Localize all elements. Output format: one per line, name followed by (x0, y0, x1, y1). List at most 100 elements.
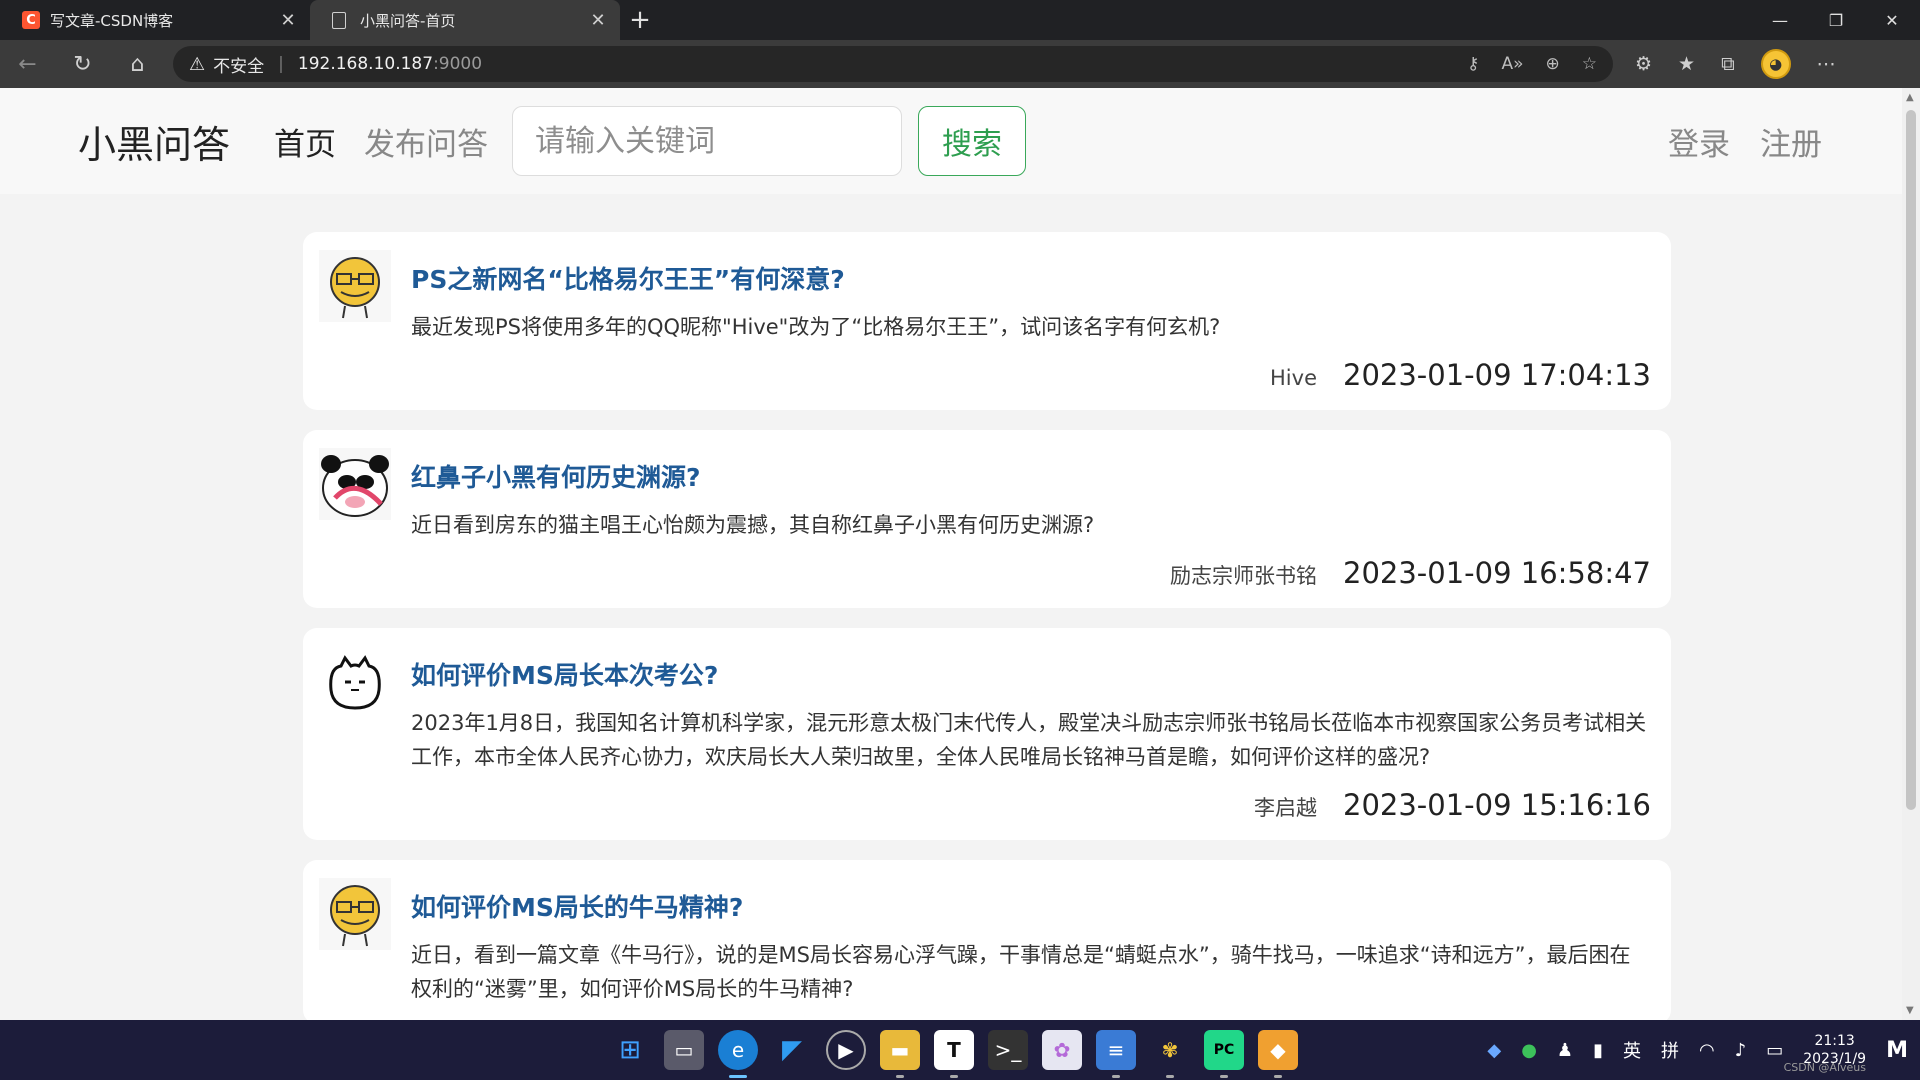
scroll-down-icon[interactable]: ▼ (1906, 1005, 1914, 1016)
battery-icon[interactable]: ▭ (1766, 1040, 1783, 1061)
new-tab-icon[interactable]: + (620, 0, 660, 40)
back-icon[interactable]: ← (0, 40, 55, 88)
user-avatar-icon (319, 250, 391, 322)
browser-tab-strip: C 写文章-CSDN博客 ✕ 小黑问答-首页 ✕ + — ❐ ✕ (0, 0, 1920, 40)
tab-home[interactable]: 小黑问答-首页 ✕ (310, 0, 620, 40)
close-window-icon[interactable]: ✕ (1864, 0, 1920, 40)
address-bar-actions: ⚷ A» ⊕ ☆ (1467, 54, 1597, 74)
page-scrollbar[interactable]: ▲ ▼ (1902, 88, 1920, 1020)
taskbar-apps: ⊞ ▭ e ◤ ▶ ▬ T >_ ✿ ≡ ✾ PC ◆ (610, 1020, 1298, 1080)
question-time: 2023-01-09 16:58:47 (1343, 556, 1651, 590)
question-card: PS之新网名“比格易尔王王”有何深意? 最近发现PS将使用多年的QQ昵称"Hiv… (303, 232, 1671, 410)
more-menu-icon[interactable]: ⋯ (1817, 53, 1836, 75)
pycharm-icon[interactable]: PC (1204, 1030, 1244, 1078)
address-separator: | (278, 54, 284, 74)
lang-pinyin[interactable]: 拼 (1661, 1037, 1679, 1063)
nav-publish[interactable]: 发布问答 (364, 119, 488, 164)
question-author: Hive (1270, 366, 1317, 390)
question-content: 近日看到房东的猫主唱王心怡颇为震撼，其自称红鼻子小黑有何历史渊源? (411, 513, 1095, 537)
favorite-add-icon[interactable]: ☆ (1582, 54, 1597, 74)
clock-time: 21:13 (1814, 1033, 1855, 1049)
question-content: 近日，看到一篇文章《牛马行》，说的是MS局长容易心浮气躁，干事情总是“蜻蜓点水”… (411, 943, 1631, 1001)
browser-right-tools: ⚙ ★ ⧉ ◕ ⋯ (1635, 49, 1836, 79)
task-view-icon[interactable]: ▭ (664, 1030, 704, 1070)
search-button[interactable]: 搜索 (918, 106, 1027, 176)
scroll-thumb[interactable] (1906, 110, 1916, 810)
zoom-icon[interactable]: ⊕ (1546, 54, 1560, 74)
nav-home[interactable]: 首页 (274, 119, 336, 164)
question-card: 如何评价MS局长本次考公? 2023年1月8日，我国知名计算机科学家，混元形意太… (303, 628, 1671, 840)
virtualbox-icon[interactable]: ◆ (1258, 1030, 1298, 1078)
file-explorer-icon[interactable]: ▬ (880, 1030, 920, 1078)
page-favicon-icon (332, 11, 346, 29)
vscode-icon[interactable]: ◤ (772, 1030, 812, 1070)
question-title[interactable]: PS之新网名“比格易尔王王”有何深意? (411, 260, 1651, 296)
wifi-icon[interactable]: ◠ (1699, 1040, 1715, 1061)
address-bar[interactable]: ⚠ 不安全 | 192.168.10.187 :9000 ⚷ A» ⊕ ☆ (173, 46, 1613, 82)
minimize-icon[interactable]: — (1752, 0, 1808, 40)
question-meta: Hive 2023-01-09 17:04:13 (411, 358, 1651, 392)
key-icon[interactable]: ⚷ (1467, 54, 1479, 74)
user-avatar-icon (319, 448, 391, 520)
register-link[interactable]: 注册 (1760, 119, 1822, 164)
tab-close-icon[interactable]: ✕ (588, 10, 608, 31)
address-port: :9000 (433, 54, 483, 74)
read-aloud-icon[interactable]: A» (1501, 54, 1523, 74)
auth-links: 登录 注册 (1668, 88, 1822, 194)
login-link[interactable]: 登录 (1668, 119, 1730, 164)
lang-english[interactable]: 英 (1623, 1037, 1641, 1063)
tab-title: 小黑问答-首页 (360, 11, 456, 30)
edge-browser-icon[interactable]: e (718, 1030, 758, 1078)
app-icon[interactable]: ✾ (1150, 1030, 1190, 1078)
terminal-icon[interactable]: >_ (988, 1030, 1028, 1070)
notification-icon[interactable]: M (1886, 1038, 1908, 1063)
question-author: 励志宗师张书铭 (1170, 564, 1317, 588)
watermark: CSDN @Alveus (1783, 1061, 1866, 1074)
question-content: 2023年1月8日，我国知名计算机科学家，混元形意太极门末代传人，殿堂决斗励志宗… (411, 711, 1647, 769)
window-controls: — ❐ ✕ (1752, 0, 1920, 40)
tab-csdn[interactable]: C 写文章-CSDN博客 ✕ (0, 0, 310, 40)
question-meta: 励志宗师张书铭 2023-01-09 16:58:47 (411, 556, 1651, 590)
typora-icon[interactable]: T (934, 1030, 974, 1078)
question-title[interactable]: 如何评价MS局长本次考公? (411, 656, 1651, 692)
question-content: 最近发现PS将使用多年的QQ昵称"Hive"改为了“比格易尔王王”，试问该名字有… (411, 315, 1221, 339)
bookmark-icon[interactable]: ▮ (1593, 1040, 1603, 1061)
restore-icon[interactable]: ❐ (1808, 0, 1864, 40)
site-header: 小黑问答 首页 发布问答 搜索 登录 注册 (0, 88, 1902, 194)
question-list: PS之新网名“比格易尔王王”有何深意? 最近发现PS将使用多年的QQ昵称"Hiv… (303, 232, 1671, 1020)
question-title[interactable]: 如何评价MS局长的牛马精神? (411, 888, 1651, 924)
question-title[interactable]: 红鼻子小黑有何历史渊源? (411, 458, 1651, 494)
media-player-icon[interactable]: ▶ (826, 1030, 866, 1070)
home-icon[interactable]: ⌂ (110, 40, 165, 88)
extensions-icon[interactable]: ⚙ (1635, 53, 1652, 75)
question-time: 2023-01-09 15:16:16 (1343, 788, 1651, 822)
profile-avatar-icon[interactable]: ◕ (1760, 49, 1791, 79)
warning-icon: ⚠ (189, 53, 206, 75)
user-avatar-icon (319, 878, 391, 950)
web-page: 小黑问答 首页 发布问答 搜索 登录 注册 PS之新网名“比格易尔王王”有何深意… (0, 88, 1902, 1020)
csdn-favicon-icon: C (22, 11, 40, 29)
tray-app-icon[interactable]: ◆ (1487, 1040, 1501, 1061)
question-card: 如何评价MS局长的牛马精神? 近日，看到一篇文章《牛马行》，说的是MS局长容易心… (303, 860, 1671, 1020)
address-host: 192.168.10.187 (297, 54, 434, 74)
user-avatar-icon (319, 646, 391, 718)
volume-icon[interactable]: ♪ (1735, 1040, 1747, 1061)
favorites-icon[interactable]: ★ (1678, 53, 1695, 75)
tab-title: 写文章-CSDN博客 (50, 11, 174, 30)
question-author: 李启越 (1254, 796, 1317, 820)
tab-close-icon[interactable]: ✕ (278, 10, 298, 31)
wechat-icon[interactable]: ● (1521, 1040, 1537, 1061)
question-time: 2023-01-09 17:04:13 (1343, 358, 1651, 392)
start-icon[interactable]: ⊞ (610, 1030, 650, 1070)
refresh-icon[interactable]: ↻ (55, 40, 110, 88)
os-taskbar: ⊞ ▭ e ◤ ▶ ▬ T >_ ✿ ≡ ✾ PC ◆ ◆ ● ♟ ▮ 英 拼 … (0, 1020, 1920, 1080)
site-brand[interactable]: 小黑问答 (78, 114, 230, 169)
qq-icon[interactable]: ♟ (1557, 1040, 1573, 1061)
notepad-icon[interactable]: ≡ (1096, 1030, 1136, 1078)
search-input[interactable] (512, 106, 903, 176)
collections-icon[interactable]: ⧉ (1721, 53, 1735, 75)
scroll-up-icon[interactable]: ▲ (1906, 92, 1914, 103)
paint-icon[interactable]: ✿ (1042, 1030, 1082, 1070)
question-meta: 李启越 2023-01-09 15:16:16 (411, 788, 1651, 822)
browser-toolbar: ← ↻ ⌂ ⚠ 不安全 | 192.168.10.187 :9000 ⚷ A» … (0, 40, 1920, 88)
